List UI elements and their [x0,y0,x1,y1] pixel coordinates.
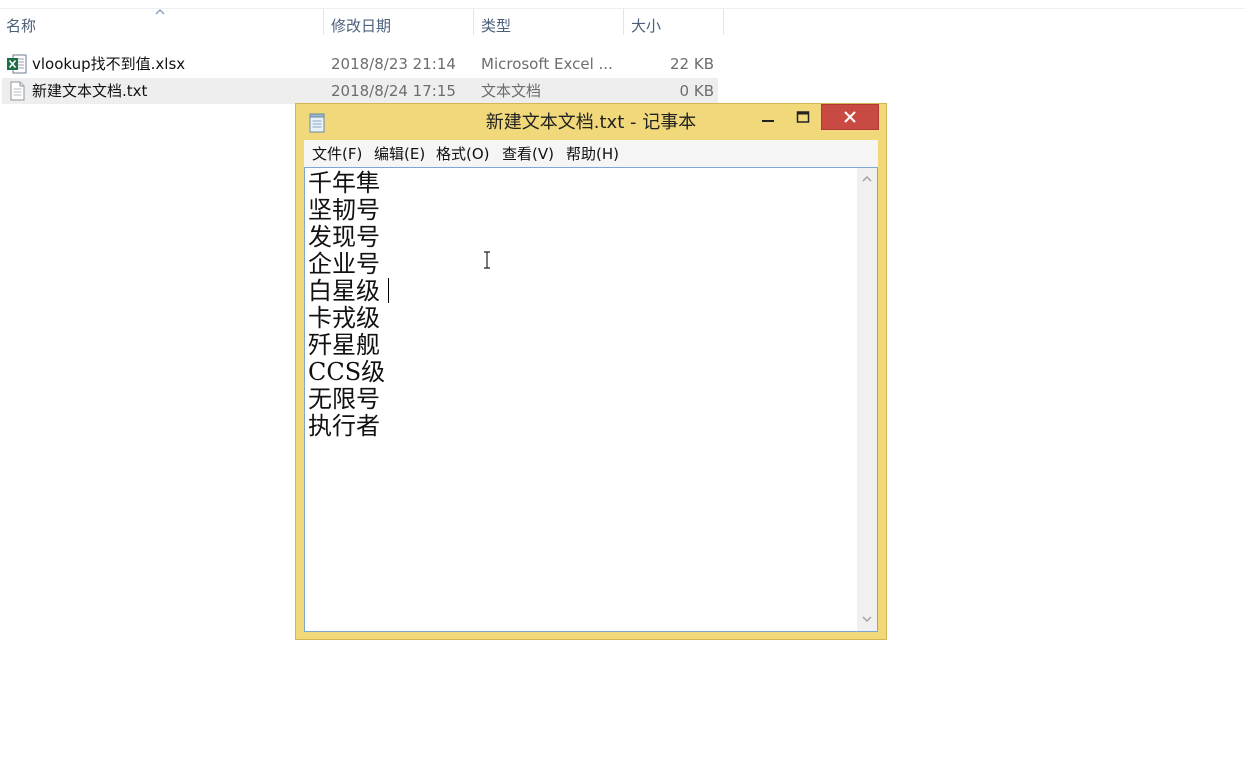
menu-file[interactable]: 文件(F) [312,140,362,167]
scroll-up-icon[interactable] [861,174,873,184]
text-line: 无限号 [308,385,380,413]
column-separator[interactable] [623,9,624,35]
maximize-button[interactable] [786,104,820,130]
text-line: CCS级 [308,358,386,386]
minimize-button[interactable] [751,104,785,130]
text-line: 企业号 [308,250,380,278]
file-name: 新建文本文档.txt [32,82,148,100]
scroll-down-icon[interactable] [861,614,873,624]
notepad-title-bar[interactable]: 新建文本文档.txt - 记事本 [296,104,886,140]
column-separator[interactable] [323,9,324,35]
column-separator[interactable] [723,9,724,35]
file-row-xlsx[interactable]: vlookup找不到值.xlsx 2018/8/23 21:14 Microso… [2,51,718,77]
text-line: 歼星舰 [308,331,380,359]
column-header-size[interactable]: 大小 [625,9,723,43]
close-icon [844,111,856,123]
text-content: 千年隼 坚韧号 发现号 企业号 白星级 卡戎级 歼星舰 CCS级 无限号 执行者 [308,170,385,440]
vertical-scrollbar[interactable] [857,168,877,631]
file-date: 2018/8/23 21:14 [331,55,456,73]
text-line: 发现号 [308,223,380,251]
text-file-icon [10,81,25,101]
file-type: 文本文档 [481,82,542,100]
column-header-name[interactable]: 名称 [0,9,323,43]
notepad-menu-bar: 文件(F) 编辑(E) 格式(O) 查看(V) 帮助(H) [304,140,878,167]
maximize-icon [796,111,810,123]
menu-help[interactable]: 帮助(H) [566,140,619,167]
text-line: 千年隼 [308,169,380,197]
menu-format[interactable]: 格式(O) [436,140,490,167]
excel-file-icon [7,54,27,74]
file-date: 2018/8/24 17:15 [331,82,456,100]
notepad-window[interactable]: 新建文本文档.txt - 记事本 文件(F) 编辑(E) 格式(O) 查看(V)… [295,103,887,640]
text-line: 执行者 [308,412,380,440]
ibeam-cursor-icon [484,251,490,269]
text-line: 坚韧号 [308,196,380,224]
column-header-date[interactable]: 修改日期 [325,9,473,43]
file-row-txt[interactable]: 新建文本文档.txt 2018/8/24 17:15 文本文档 0 KB [2,78,718,104]
file-size: 22 KB [670,55,714,73]
text-line: 卡戎级 [308,304,380,332]
file-name: vlookup找不到值.xlsx [32,55,186,73]
text-line: 白星级 [308,277,380,305]
text-caret [388,278,389,303]
column-separator[interactable] [473,9,474,35]
menu-edit[interactable]: 编辑(E) [374,140,425,167]
column-header-type[interactable]: 类型 [475,9,623,43]
notepad-text-area[interactable]: 千年隼 坚韧号 发现号 企业号 白星级 卡戎级 歼星舰 CCS级 无限号 执行者 [304,167,878,632]
minimize-icon [762,120,774,122]
file-size: 0 KB [679,82,714,100]
menu-view[interactable]: 查看(V) [502,140,554,167]
close-button[interactable] [821,104,879,130]
